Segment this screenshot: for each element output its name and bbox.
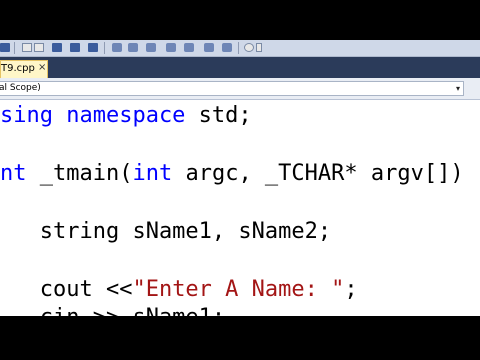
next-bookmark-icon[interactable] xyxy=(146,43,156,52)
clear-bookmarks-icon[interactable] xyxy=(204,43,214,52)
code-line-cin: cin >> sName1; xyxy=(0,305,225,317)
string-literal: "Enter A Name: " xyxy=(132,277,345,302)
code-text: cin >> sName1; xyxy=(0,305,225,317)
toggle-bookmark-icon[interactable] xyxy=(222,43,232,52)
close-tab-icon[interactable]: × xyxy=(38,62,46,73)
next-bookmark-folder-icon[interactable] xyxy=(184,43,194,52)
toolbar-overflow-icon[interactable] xyxy=(256,43,262,52)
toolbar xyxy=(0,40,480,57)
chevron-down-icon[interactable]: ▾ xyxy=(456,82,460,95)
indent-icon[interactable] xyxy=(52,43,62,52)
uncomment-icon[interactable] xyxy=(34,43,44,52)
code-text: cout << xyxy=(0,277,133,302)
code-line-declaration: string sName1, sName2; xyxy=(0,220,331,244)
keyword: sing namespace xyxy=(0,103,186,128)
tab-t9-cpp[interactable]: T9.cpp × xyxy=(0,60,48,78)
keyword: int xyxy=(132,161,173,186)
tab-label: T9.cpp xyxy=(1,63,35,74)
ide-window: T9.cpp × al Scope) ▾ sing namespace std;… xyxy=(0,40,480,316)
code-line-cout: cout <<"Enter A Name: "; xyxy=(0,278,358,302)
code-editor[interactable]: sing namespace std; nt _tmain(int argc, … xyxy=(0,100,480,316)
code-line-using: sing namespace std; xyxy=(0,104,252,128)
scope-dropdown[interactable]: al Scope) ▾ xyxy=(0,81,464,96)
code-text: string sName1, sName2; xyxy=(0,219,332,244)
code-text: argc, _TCHAR* argv[]) xyxy=(172,161,464,186)
code-text: _tmain( xyxy=(26,161,133,186)
document-tab-strip: T9.cpp × xyxy=(0,57,480,78)
options-gear-icon[interactable] xyxy=(244,43,254,52)
navigation-bar: al Scope) ▾ xyxy=(0,78,480,100)
code-line-main: nt _tmain(int argc, _TCHAR* argv[]) xyxy=(0,162,464,186)
toolbar-separator xyxy=(104,42,105,54)
scope-label: al Scope) xyxy=(0,83,41,93)
keyword: nt xyxy=(0,161,27,186)
unindent-icon[interactable] xyxy=(70,43,80,52)
toolbar-separator xyxy=(238,42,239,54)
comment-icon[interactable] xyxy=(22,43,32,52)
format-icon[interactable] xyxy=(88,43,98,52)
outdent-icon[interactable] xyxy=(0,43,10,52)
bookmark-icon[interactable] xyxy=(112,43,122,52)
code-text: ; xyxy=(344,277,358,302)
prev-bookmark-icon[interactable] xyxy=(128,43,138,52)
toolbar-separator xyxy=(14,42,15,54)
prev-bookmark-folder-icon[interactable] xyxy=(166,43,176,52)
code-text: std; xyxy=(185,103,252,128)
